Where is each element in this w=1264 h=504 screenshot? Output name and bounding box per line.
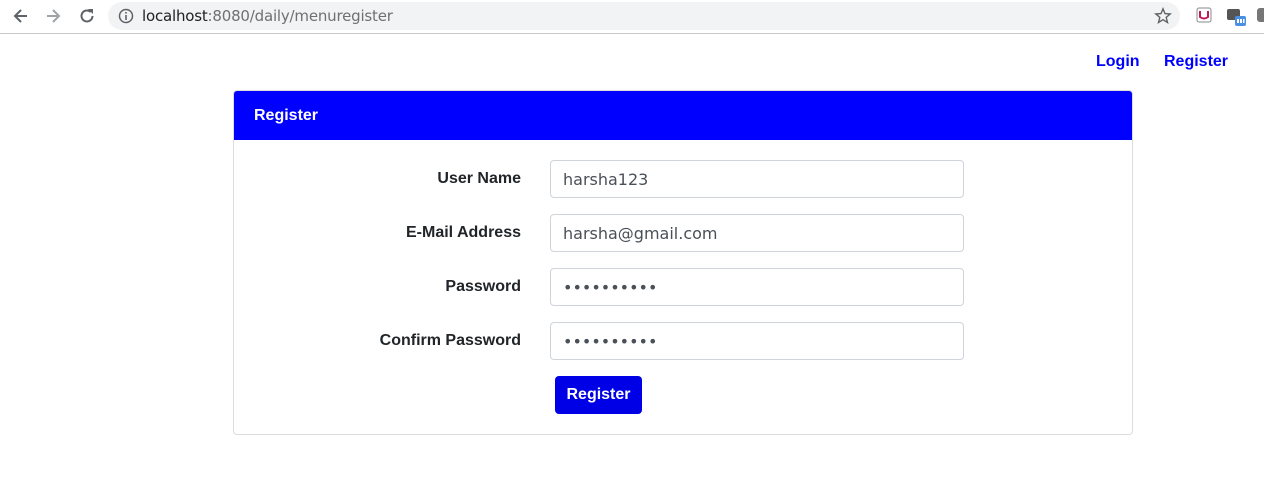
reload-button[interactable] <box>74 4 100 28</box>
address-bar[interactable]: localhost:8080/daily/menuregister <box>108 2 1180 30</box>
form-row-password: Password <box>234 268 1132 306</box>
email-input[interactable] <box>550 214 964 252</box>
url-text: localhost:8080/daily/menuregister <box>142 8 393 24</box>
nav-login-link[interactable]: Login <box>1096 52 1140 72</box>
back-button[interactable] <box>8 4 34 28</box>
form-row-email: E-Mail Address <box>234 214 1132 252</box>
form-row-confirm-password: Confirm Password <box>234 322 1132 360</box>
email-label: E-Mail Address <box>406 224 521 241</box>
register-card: Register User Name E-Mail Address Passwo… <box>233 90 1133 435</box>
username-label: User Name <box>437 170 521 187</box>
username-input[interactable] <box>550 160 964 198</box>
star-icon[interactable] <box>1154 7 1172 25</box>
nav-register-link[interactable]: Register <box>1164 52 1228 72</box>
reload-icon <box>80 9 94 23</box>
info-icon[interactable] <box>118 8 134 24</box>
password-label: Password <box>445 278 521 295</box>
url-host: localhost <box>142 7 208 25</box>
confirm-password-input[interactable] <box>550 322 964 360</box>
back-arrow-icon <box>13 9 27 23</box>
card-header: Register <box>234 91 1132 140</box>
extension-icon[interactable] <box>1256 7 1264 23</box>
forward-arrow-icon <box>47 9 61 23</box>
forward-button[interactable] <box>40 4 66 28</box>
register-submit-button[interactable]: Register <box>555 376 642 414</box>
form-row-username: User Name <box>234 160 1132 198</box>
card-title: Register <box>254 106 319 124</box>
confirm-password-label: Confirm Password <box>379 332 521 349</box>
password-input[interactable] <box>550 268 964 306</box>
url-path: :8080/daily/menuregister <box>207 7 393 25</box>
browser-toolbar: localhost:8080/daily/menuregister <box>0 0 1264 34</box>
extension-icon[interactable] <box>1226 7 1248 27</box>
extension-icon[interactable] <box>1196 7 1212 23</box>
